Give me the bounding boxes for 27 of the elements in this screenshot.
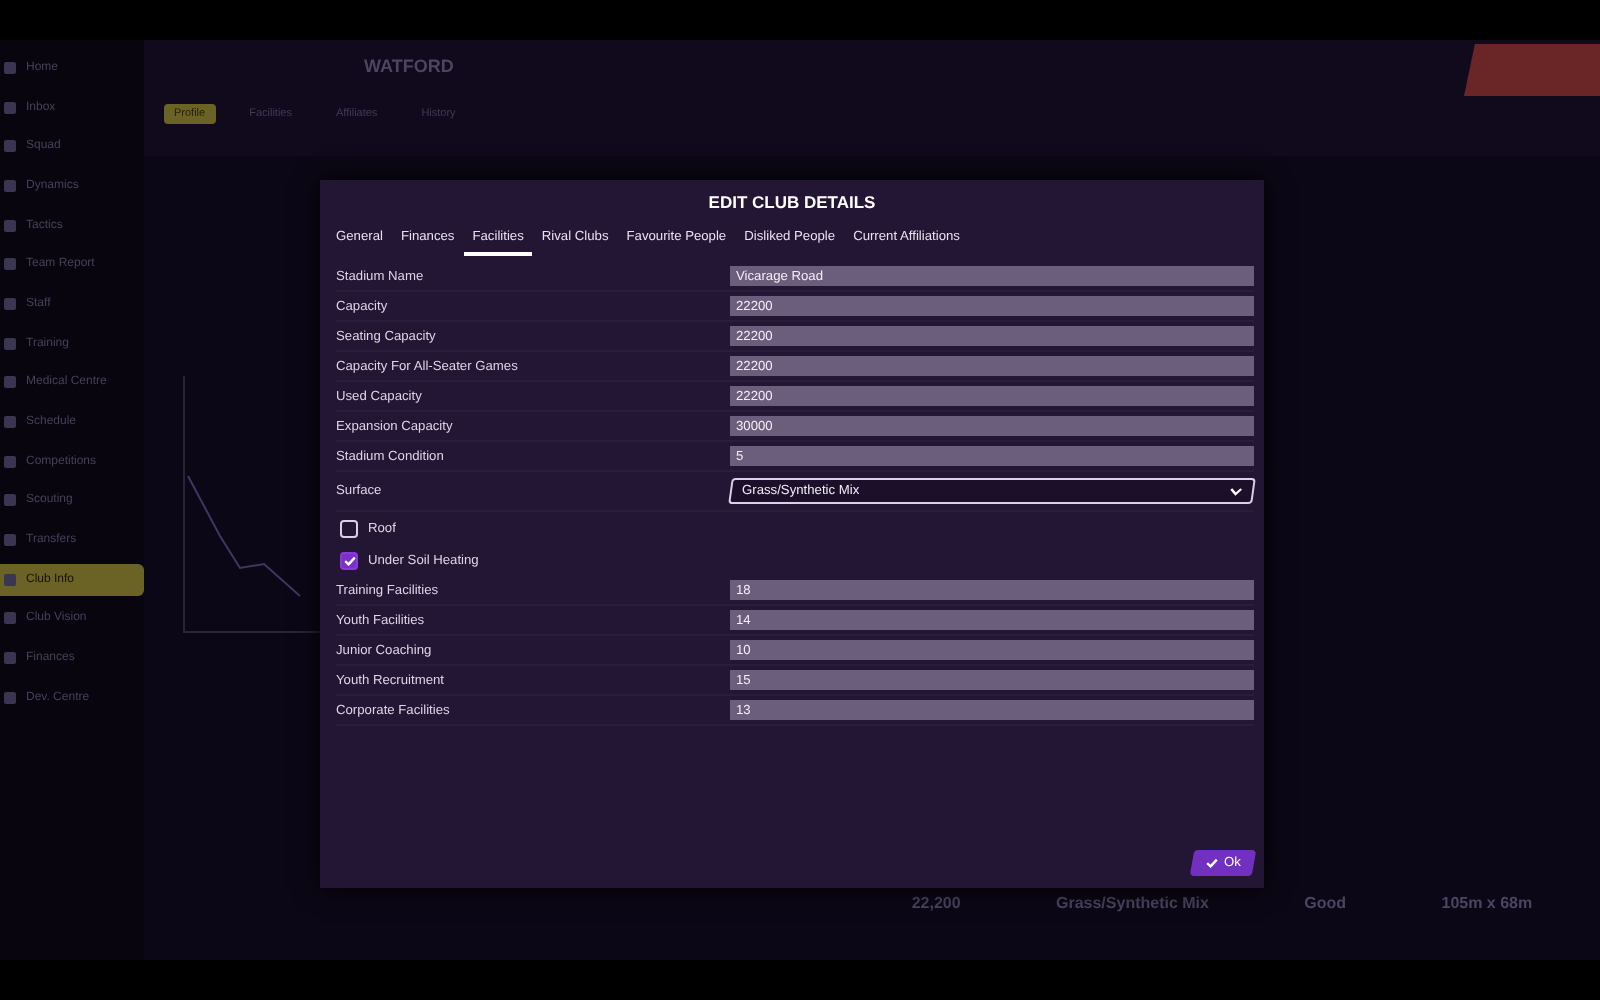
square-icon <box>4 219 16 232</box>
stat-value: Grass/Synthetic Mix <box>1056 894 1209 912</box>
square-icon <box>4 61 16 74</box>
dialog-title: EDIT CLUB DETAILS <box>706 192 878 212</box>
square-icon <box>4 140 16 153</box>
square-icon <box>4 416 16 429</box>
stat-value: Good <box>1304 894 1347 912</box>
club-title: WATFORD <box>364 56 456 76</box>
chevron-down-icon <box>1229 487 1243 495</box>
check-icon <box>343 555 355 565</box>
square-icon <box>4 691 16 704</box>
square-icon <box>4 337 16 350</box>
square-icon <box>4 297 16 310</box>
square-icon <box>4 376 16 389</box>
square-icon <box>4 494 16 507</box>
square-icon <box>4 258 16 271</box>
square-icon <box>4 455 16 468</box>
checkbox[interactable] <box>340 551 358 569</box>
square-icon <box>4 612 16 625</box>
square-icon <box>4 573 16 586</box>
stat-value: 22,200 <box>911 894 961 912</box>
square-icon <box>4 534 16 547</box>
check-icon <box>1205 858 1218 868</box>
square-icon <box>4 652 16 665</box>
square-icon <box>4 101 16 114</box>
square-icon <box>4 179 16 192</box>
stat-value: 105m x 68m <box>1441 894 1533 912</box>
